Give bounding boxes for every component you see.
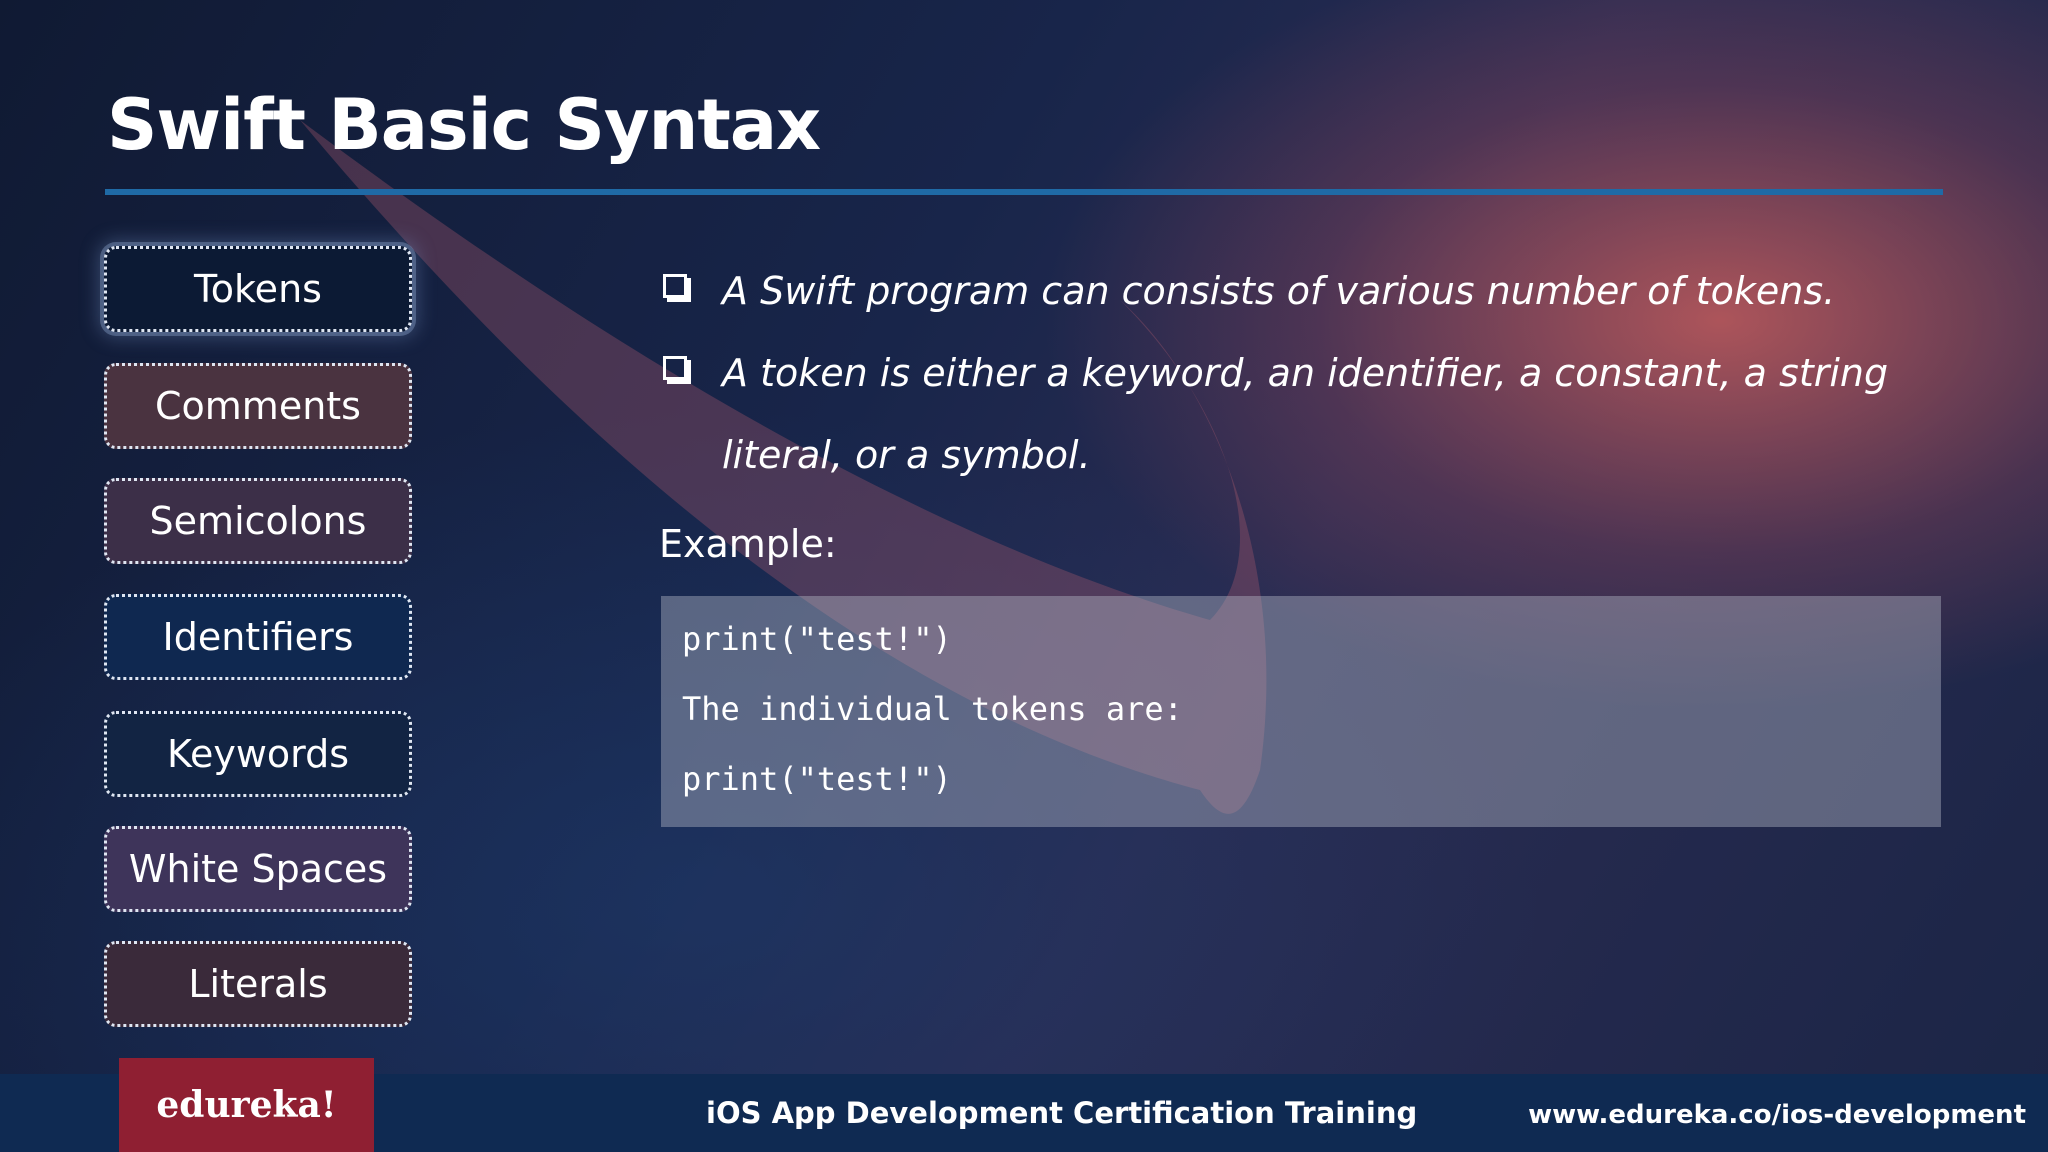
nav-item-semicolons[interactable]: Semicolons [104,478,412,564]
nav-item-label: Comments [155,384,361,428]
checkbox-icon [663,274,687,298]
nav-item-label: Tokens [194,267,322,311]
nav-item-label: Literals [188,962,328,1006]
code-example-box: print("test!") The individual tokens are… [661,596,1941,827]
nav-item-identifiers[interactable]: Identifiers [104,594,412,680]
nav-item-keywords[interactable]: Keywords [104,711,412,797]
title-divider [105,189,1943,195]
example-label: Example: [659,522,837,566]
nav-item-label: Semicolons [149,499,367,543]
bullet-item: A token is either a keyword, an identifi… [660,332,1900,496]
nav-item-literals[interactable]: Literals [104,941,412,1027]
nav-item-label: White Spaces [128,847,388,891]
page-title: Swift Basic Syntax [107,84,821,166]
edureka-logo: edureka! [119,1058,374,1152]
code-line: print("test!") [682,760,952,798]
course-title: iOS App Development Certification Traini… [706,1096,1418,1130]
logo-text: edureka! [156,1084,337,1126]
bullet-text: A token is either a keyword, an identifi… [722,351,1889,477]
checkbox-icon [663,356,687,380]
nav-item-comments[interactable]: Comments [104,363,412,449]
nav-item-label: Keywords [166,732,350,776]
footer-url: www.edureka.co/ios-development [1528,1100,2026,1130]
code-line: print("test!") [682,620,952,658]
nav-item-white-spaces[interactable]: White Spaces [104,826,412,912]
bullet-text: A Swift program can consists of various … [722,269,1836,313]
nav-item-tokens[interactable]: Tokens [104,246,412,332]
bullet-item: A Swift program can consists of various … [660,250,1910,332]
code-line: The individual tokens are: [682,690,1183,728]
nav-item-label: Identifiers [162,615,354,659]
